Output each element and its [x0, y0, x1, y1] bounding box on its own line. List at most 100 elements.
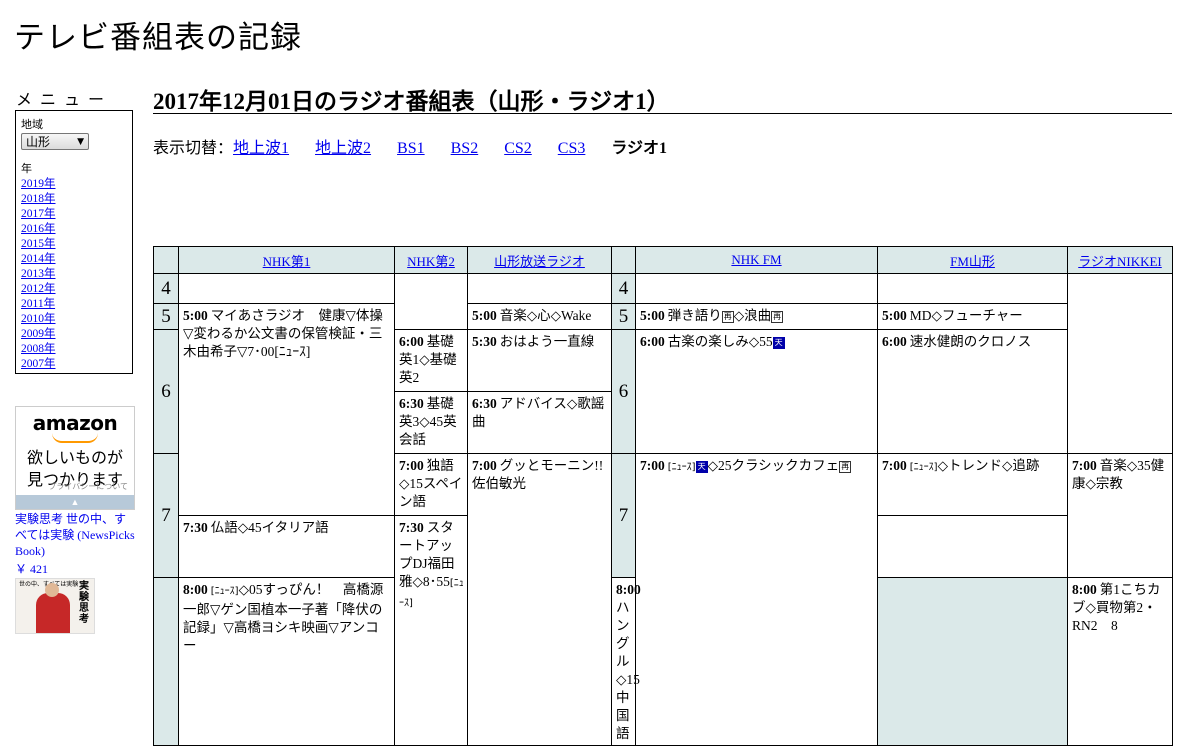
channel-link-fmyamagata[interactable]: FM山形 — [950, 254, 995, 269]
site-title: テレビ番組表の記録 — [14, 20, 302, 56]
hour-header-mid — [611, 246, 636, 274]
program-empty — [635, 273, 878, 304]
year-link-2011[interactable]: 2011年 — [21, 297, 127, 312]
year-link-2014[interactable]: 2014年 — [21, 252, 127, 267]
hour-header-left — [153, 246, 179, 274]
year-link-2015[interactable]: 2015年 — [21, 237, 127, 252]
program-title: ◇トレンド◇追跡 — [937, 458, 1040, 473]
ad-tagline-line1: 欲しいものが — [26, 448, 123, 467]
year-link-2019[interactable]: 2019年 — [21, 177, 127, 192]
switch-link-bs1[interactable]: BS1 — [397, 140, 425, 157]
program-time: 7:00 — [1072, 458, 1097, 473]
program-empty — [877, 273, 1068, 304]
program-title: 音楽◇心◇Wake — [499, 308, 592, 323]
program-title: 古楽の楽しみ◇55 — [667, 334, 773, 349]
hour-cell-7: 7 — [153, 453, 179, 578]
switch-current-radio1: ラジオ1 — [611, 140, 668, 157]
program-cell[interactable]: 7:00 グッとモーニン!! 佐伯敏光 — [467, 453, 617, 746]
hour-cell-8 — [153, 577, 179, 746]
switch-label: 表示切替： — [153, 140, 234, 157]
program-title: ◇25クラシックカフェ — [707, 458, 840, 473]
program-empty — [467, 273, 612, 304]
program-time: 5:00 — [882, 308, 907, 323]
channel-header-nikkei: ラジオNIKKEI — [1067, 246, 1173, 274]
book-cover-image[interactable]: 世の中、すべては実験 実験思考 — [15, 578, 95, 634]
program-cell[interactable]: 6:00 速水健朗のクロノス — [877, 329, 1068, 454]
program-title: 弾き語り — [667, 308, 722, 323]
program-title: 仏語◇45イタリア語 — [210, 520, 329, 535]
program-cell[interactable]: 8:00 [ﾆｭｰｽ]◇05すっぴん！ 高橋源一郎▽ゲン国植本一子著「降伏の記録」… — [178, 577, 395, 746]
hour-cell-4-mid: 4 — [611, 273, 636, 304]
program-time: 5:00 — [183, 308, 208, 323]
program-time: 8:00 — [183, 582, 208, 597]
program-cell[interactable]: 7:30 スタートアップDJ福田雅◇8･55[ﾆｭｰｽ] — [394, 515, 468, 746]
program-time: 7:00 — [640, 458, 665, 473]
year-link-2018[interactable]: 2018年 — [21, 192, 127, 207]
region-select[interactable]: 山形 ▼ — [21, 133, 89, 150]
ad-collapse-bar[interactable]: ▲ — [16, 495, 134, 509]
program-time: 7:00 — [472, 458, 497, 473]
ad-privacy-link[interactable]: プライバシーについて — [48, 481, 128, 492]
switch-link-bs2[interactable]: BS2 — [451, 140, 479, 157]
program-cell[interactable]: 7:00 音楽◇35健康◇宗教 — [1067, 453, 1173, 578]
program-time: 8:00 — [616, 582, 641, 597]
hour-cell-6: 6 — [153, 329, 179, 454]
year-link-2010[interactable]: 2010年 — [21, 312, 127, 327]
rerun-badge-icon: 再 — [771, 311, 784, 323]
program-cell[interactable]: 5:00 弾き語り再 ◇浪曲再 — [635, 303, 878, 330]
channel-link-nhkfm[interactable]: NHK FM — [731, 252, 781, 267]
region-label: 地域 — [21, 118, 43, 131]
amazon-ad[interactable]: amazon 欲しいものが 見つかります プライバシーについて ▲ — [15, 406, 135, 510]
program-time: 6:00 — [399, 334, 424, 349]
program-cell[interactable]: 6:00 基礎英1◇基礎英2 — [394, 329, 468, 392]
program-cell[interactable]: 6:00 古楽の楽しみ◇55 天 — [635, 329, 878, 454]
view-switcher: 表示切替：地上波1 地上波2 BS1 BS2 CS2 CS3 ラジオ1 — [153, 134, 667, 158]
switch-link-cs3[interactable]: CS3 — [558, 140, 586, 157]
program-cell[interactable]: 5:30 おはよう一直線 — [467, 329, 612, 392]
program-title: 速水健朗のクロノス — [909, 334, 1032, 349]
program-empty — [1067, 273, 1173, 454]
channel-link-nhk2[interactable]: NHK第2 — [407, 254, 455, 269]
program-cell[interactable]: 5:00 マイあさラジオ 健康▽体操▽変わるか公文書の保管検証・三木由希子▽7･0… — [178, 303, 395, 516]
book-link[interactable]: 実験思考 世の中、すべては実験 (NewsPicks Book) — [15, 511, 135, 559]
schedule-table: NHK第1 NHK第2 山形放送ラジオ NHK FM FM山形 ラジオNIKKE… — [153, 246, 1173, 746]
switch-link-cs2[interactable]: CS2 — [504, 140, 532, 157]
program-cell[interactable]: 7:00 [ﾆｭｰｽ] 天 ◇25クラシックカフェ再 — [635, 453, 878, 746]
news-label: [ﾆｭｰｽ] — [909, 462, 938, 473]
year-link-2009[interactable]: 2009年 — [21, 327, 127, 342]
year-link-2013[interactable]: 2013年 — [21, 267, 127, 282]
program-time: 7:00 — [882, 458, 907, 473]
year-link-2012[interactable]: 2012年 — [21, 282, 127, 297]
book-price: ￥ 421 — [15, 562, 49, 576]
program-time: 5:30 — [472, 334, 497, 349]
program-time: 6:00 — [640, 334, 665, 349]
program-title: マイあさラジオ 健康▽体操▽変わるか公文書の保管検証・三木由希子▽7･00[ﾆｭ… — [183, 308, 383, 359]
switch-link-terrestrial2[interactable]: 地上波2 — [315, 140, 371, 157]
channel-link-nikkei[interactable]: ラジオNIKKEI — [1078, 254, 1162, 269]
channel-link-nhk1[interactable]: NHK第1 — [263, 254, 311, 269]
amazon-logo: amazon — [32, 411, 118, 435]
switch-link-terrestrial1[interactable]: 地上波1 — [233, 140, 289, 157]
program-time: 7:00 — [399, 458, 424, 473]
book-cover-figure — [36, 593, 70, 633]
program-cell[interactable]: 6:30 アドバイス◇歌謡曲 — [467, 391, 612, 454]
program-cell[interactable]: 5:00 MD◇フューチャー — [877, 303, 1068, 330]
program-cell[interactable]: 8:00ハングル◇15中国語 — [611, 577, 641, 746]
year-link-2008[interactable]: 2008年 — [21, 342, 127, 357]
year-link-2007[interactable]: 2007年 — [21, 357, 127, 372]
hour-cell-4: 4 — [153, 273, 179, 304]
rerun-badge-icon: 再 — [839, 461, 852, 473]
program-cell[interactable]: 6:30 基礎英3◇45英会話 — [394, 391, 468, 454]
program-cell[interactable]: 7:00 [ﾆｭｰｽ]◇トレンド◇追跡 — [877, 453, 1068, 516]
news-label: [ﾆｭｰｽ] — [210, 586, 239, 597]
program-cell[interactable]: 7:00 独語◇15スペイン語 — [394, 453, 468, 516]
menu-box: 地域 山形 ▼ 年 2019年 2018年 2017年 2016年 2015年 … — [15, 110, 133, 374]
book-cover-face — [45, 583, 59, 597]
year-link-2016[interactable]: 2016年 — [21, 222, 127, 237]
program-cell[interactable]: 8:00 第1こちカブ◇買物第2・RN2 8 — [1067, 577, 1173, 746]
year-link-2017[interactable]: 2017年 — [21, 207, 127, 222]
program-cell[interactable]: 7:30 仏語◇45イタリア語 — [178, 515, 395, 578]
channel-link-ybc[interactable]: 山形放送ラジオ — [494, 254, 585, 269]
program-cell[interactable]: 5:00 音楽◇心◇Wake — [467, 303, 612, 330]
book-cover-title: 実験思考 — [79, 581, 89, 625]
